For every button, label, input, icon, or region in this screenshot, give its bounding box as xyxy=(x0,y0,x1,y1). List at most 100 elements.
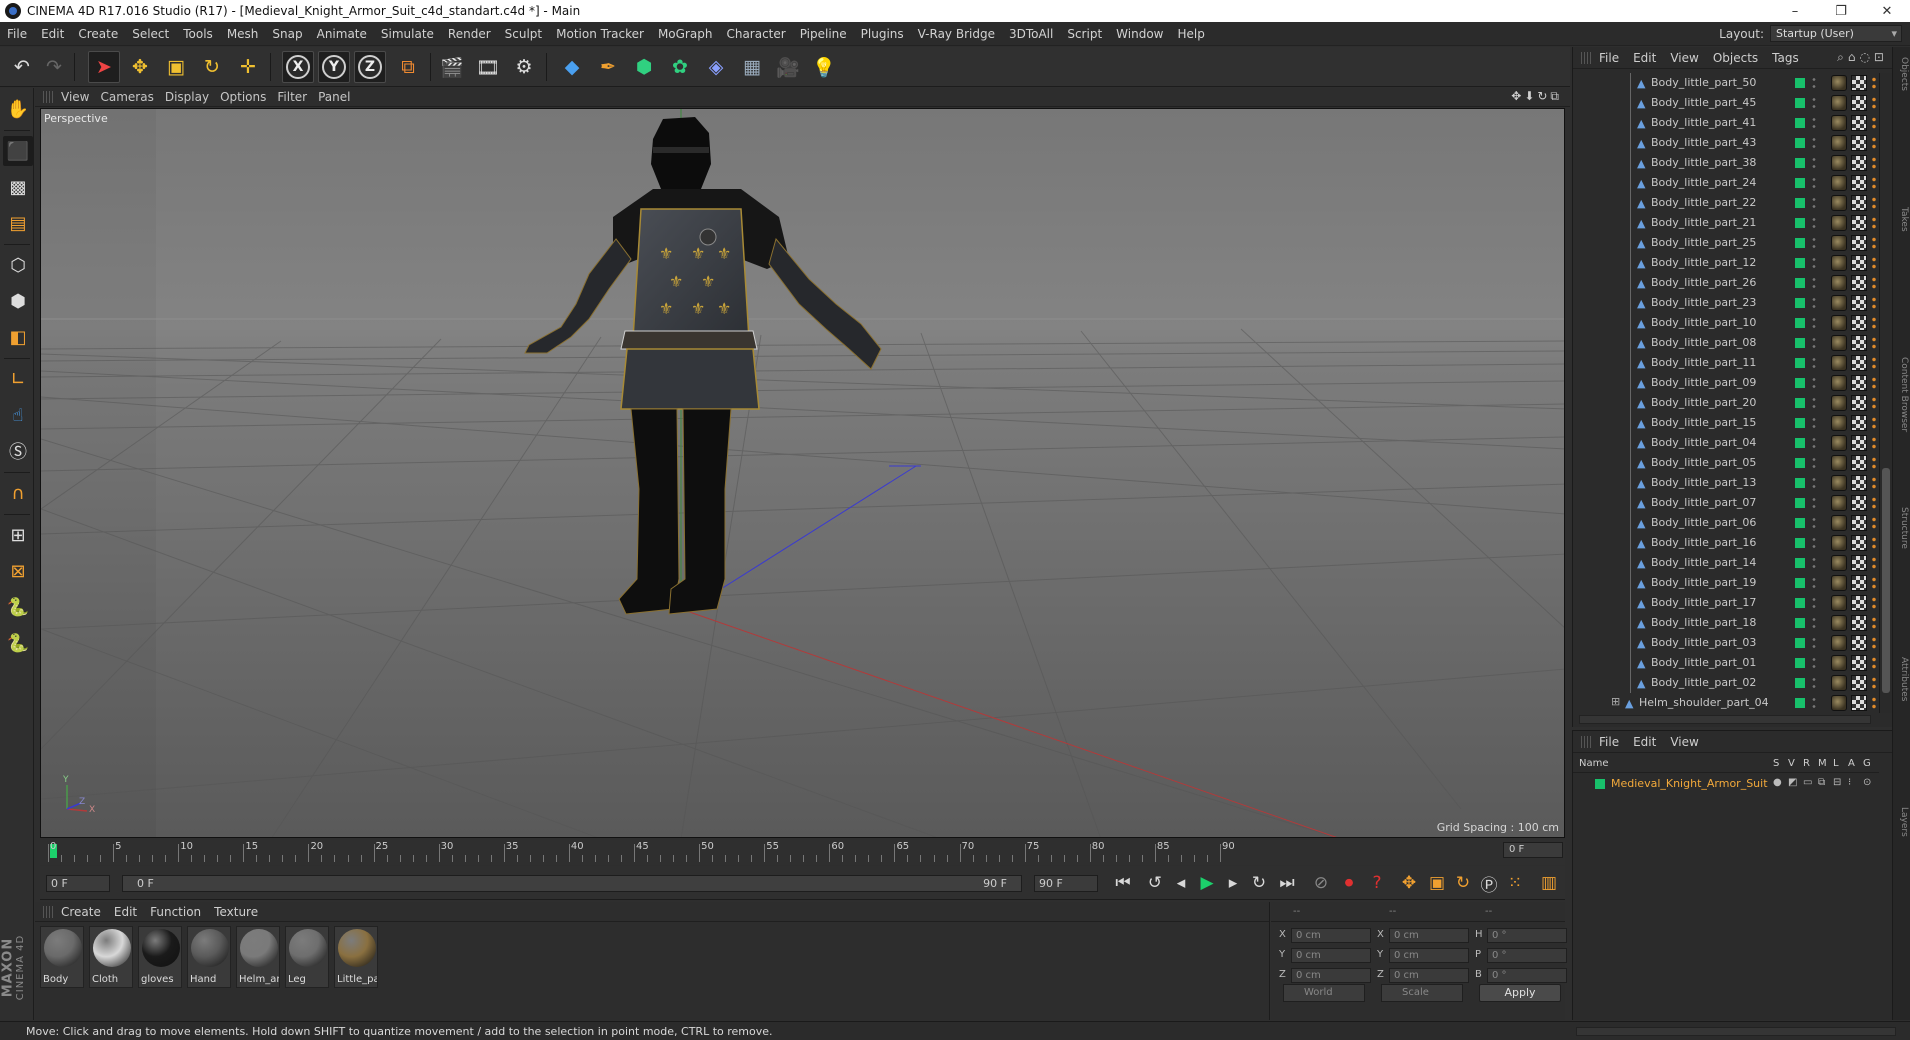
visibility-dots-icon[interactable] xyxy=(1811,576,1817,590)
points-mode-icon[interactable]: ⬡ xyxy=(3,250,33,280)
material-swatch[interactable]: Leg xyxy=(285,926,329,988)
material-tag-icon[interactable] xyxy=(1831,695,1847,711)
visibility-dots-icon[interactable] xyxy=(1811,76,1817,90)
layer-color-swatch[interactable] xyxy=(1795,138,1805,148)
layer-color-swatch[interactable] xyxy=(1795,498,1805,508)
texture-tag-icon[interactable] xyxy=(1851,395,1867,411)
visibility-dots-icon[interactable] xyxy=(1811,696,1817,710)
panel-grip-icon[interactable] xyxy=(43,91,53,103)
layer-flag-icon[interactable]: ● xyxy=(1773,777,1782,788)
scrollbar-thumb[interactable] xyxy=(1882,468,1890,693)
material-tag-icon[interactable] xyxy=(1831,255,1847,271)
texture-tag-icon[interactable] xyxy=(1851,115,1867,131)
visibility-dots-icon[interactable] xyxy=(1811,236,1817,250)
layer-color-swatch[interactable] xyxy=(1795,558,1805,568)
object-row[interactable]: ▲ Body_little_part_09 xyxy=(1573,373,1879,393)
key-position-icon[interactable]: ✥ xyxy=(1396,870,1422,896)
menu-script[interactable]: Script xyxy=(1060,27,1109,41)
select-arrow-icon[interactable]: ➤ xyxy=(88,51,120,83)
menu-select[interactable]: Select xyxy=(125,27,176,41)
object-row[interactable]: ▲ Body_little_part_05 xyxy=(1573,453,1879,473)
menu-snap[interactable]: Snap xyxy=(265,27,309,41)
material-tag-icon[interactable] xyxy=(1831,615,1847,631)
layer-menu-file[interactable]: File xyxy=(1599,735,1633,749)
object-row[interactable]: ▲ Body_little_part_25 xyxy=(1573,233,1879,253)
material-menu-function[interactable]: Function xyxy=(150,905,214,919)
object-row[interactable]: ▲ Body_little_part_11 xyxy=(1573,353,1879,373)
layer-color-swatch[interactable] xyxy=(1795,358,1805,368)
layer-color-swatch[interactable] xyxy=(1795,538,1805,548)
layer-color-swatch[interactable] xyxy=(1795,238,1805,248)
menu-edit[interactable]: Edit xyxy=(34,27,71,41)
right-tab-attributes[interactable]: Attributes xyxy=(1897,657,1909,701)
coordinate-field[interactable]: 0 cm xyxy=(1389,928,1469,943)
tweak-mode-icon[interactable]: ☝ xyxy=(3,400,33,430)
expand-icon[interactable]: ⊞ xyxy=(1611,695,1620,708)
column-header-r[interactable]: R xyxy=(1803,758,1810,769)
layer-color-swatch[interactable] xyxy=(1795,518,1805,528)
previous-frame-icon[interactable]: ◂ xyxy=(1168,870,1194,896)
coordinate-field[interactable]: 0 ° xyxy=(1487,928,1567,943)
object-row[interactable]: ▲ Body_little_part_50 xyxy=(1573,73,1879,93)
menu-mograph[interactable]: MoGraph xyxy=(651,27,720,41)
x-axis-icon[interactable]: X xyxy=(282,51,314,83)
material-swatch[interactable]: Helm_ar xyxy=(236,926,280,988)
layer-color-swatch[interactable] xyxy=(1795,478,1805,488)
object-row[interactable]: ▲ Helm_shoulder_part_04 ⊞ xyxy=(1573,693,1879,713)
viewport-menu-display[interactable]: Display xyxy=(165,90,220,104)
material-tag-icon[interactable] xyxy=(1831,115,1847,131)
layer-color-swatch[interactable] xyxy=(1795,258,1805,268)
object-row[interactable]: ▲ Body_little_part_45 xyxy=(1573,93,1879,113)
coordinate-field[interactable]: 0 ° xyxy=(1487,968,1567,983)
layer-color-swatch[interactable] xyxy=(1795,398,1805,408)
scale-mode-dropdown[interactable]: Scale xyxy=(1381,984,1463,1002)
play-icon[interactable]: ▶ xyxy=(1194,870,1220,896)
next-frame-icon[interactable]: ▸ xyxy=(1220,870,1246,896)
key-pla-icon[interactable]: ⁙ xyxy=(1502,870,1528,896)
visibility-dots-icon[interactable] xyxy=(1811,96,1817,110)
viewport-menu-filter[interactable]: Filter xyxy=(277,90,318,104)
viewport-perspective[interactable]: ⚜ ⚜ ⚜ ⚜ ⚜ ⚜ ⚜ ⚜ Perspective Y X Z Grid S… xyxy=(40,108,1565,838)
texture-tag-icon[interactable] xyxy=(1851,315,1867,331)
layer-color-swatch[interactable] xyxy=(1795,598,1805,608)
coordinate-system-icon[interactable]: ⧉ xyxy=(392,51,424,83)
texture-tag-icon[interactable] xyxy=(1851,515,1867,531)
texture-tag-icon[interactable] xyxy=(1851,575,1867,591)
layer-row[interactable]: Medieval_Knight_Armor_Suit ● ◩ ▭ ⧉ ⊟ ⁝ ⊙ xyxy=(1573,775,1879,793)
texture-tag-icon[interactable] xyxy=(1851,435,1867,451)
texture-tag-icon[interactable] xyxy=(1851,555,1867,571)
object-menu-view[interactable]: View xyxy=(1670,51,1712,65)
keyframe-selection-icon[interactable]: ? xyxy=(1364,870,1390,896)
scale-icon[interactable]: ▣ xyxy=(160,51,192,83)
layer-color-swatch[interactable] xyxy=(1795,658,1805,668)
layer-color-swatch[interactable] xyxy=(1795,578,1805,588)
undo-icon[interactable]: ↶ xyxy=(6,51,38,83)
viewport-menu-cameras[interactable]: Cameras xyxy=(100,90,164,104)
texture-tag-icon[interactable] xyxy=(1851,375,1867,391)
layer-color-swatch[interactable] xyxy=(1795,678,1805,688)
object-row[interactable]: ▲ Body_little_part_19 xyxy=(1573,573,1879,593)
texture-tag-icon[interactable] xyxy=(1851,75,1867,91)
material-tag-icon[interactable] xyxy=(1831,95,1847,111)
texture-tag-icon[interactable] xyxy=(1851,155,1867,171)
visibility-dots-icon[interactable] xyxy=(1811,496,1817,510)
coordinate-field[interactable]: 0 cm xyxy=(1389,968,1469,983)
material-tag-icon[interactable] xyxy=(1831,155,1847,171)
right-tab-objects[interactable]: Objects xyxy=(1897,57,1909,91)
material-swatch[interactable]: Little_pa xyxy=(334,926,378,988)
menu-tools[interactable]: Tools xyxy=(176,27,220,41)
object-row[interactable]: ▲ Body_little_part_22 xyxy=(1573,193,1879,213)
visibility-dots-icon[interactable] xyxy=(1811,516,1817,530)
layer-color-swatch[interactable] xyxy=(1795,78,1805,88)
material-tag-icon[interactable] xyxy=(1831,635,1847,651)
object-row[interactable]: ▲ Body_little_part_23 xyxy=(1573,293,1879,313)
column-header-s[interactable]: S xyxy=(1773,758,1779,769)
texture-tag-icon[interactable] xyxy=(1851,355,1867,371)
visibility-dots-icon[interactable] xyxy=(1811,316,1817,330)
viewport-menu-panel[interactable]: Panel xyxy=(318,90,361,104)
cube-primitive-icon[interactable]: ◆ xyxy=(556,51,588,83)
object-row[interactable]: ▲ Body_little_part_13 xyxy=(1573,473,1879,493)
layout-dropdown[interactable]: Startup (User) xyxy=(1770,25,1902,42)
visibility-dots-icon[interactable] xyxy=(1811,596,1817,610)
menu-v-ray-bridge[interactable]: V-Ray Bridge xyxy=(911,27,1002,41)
